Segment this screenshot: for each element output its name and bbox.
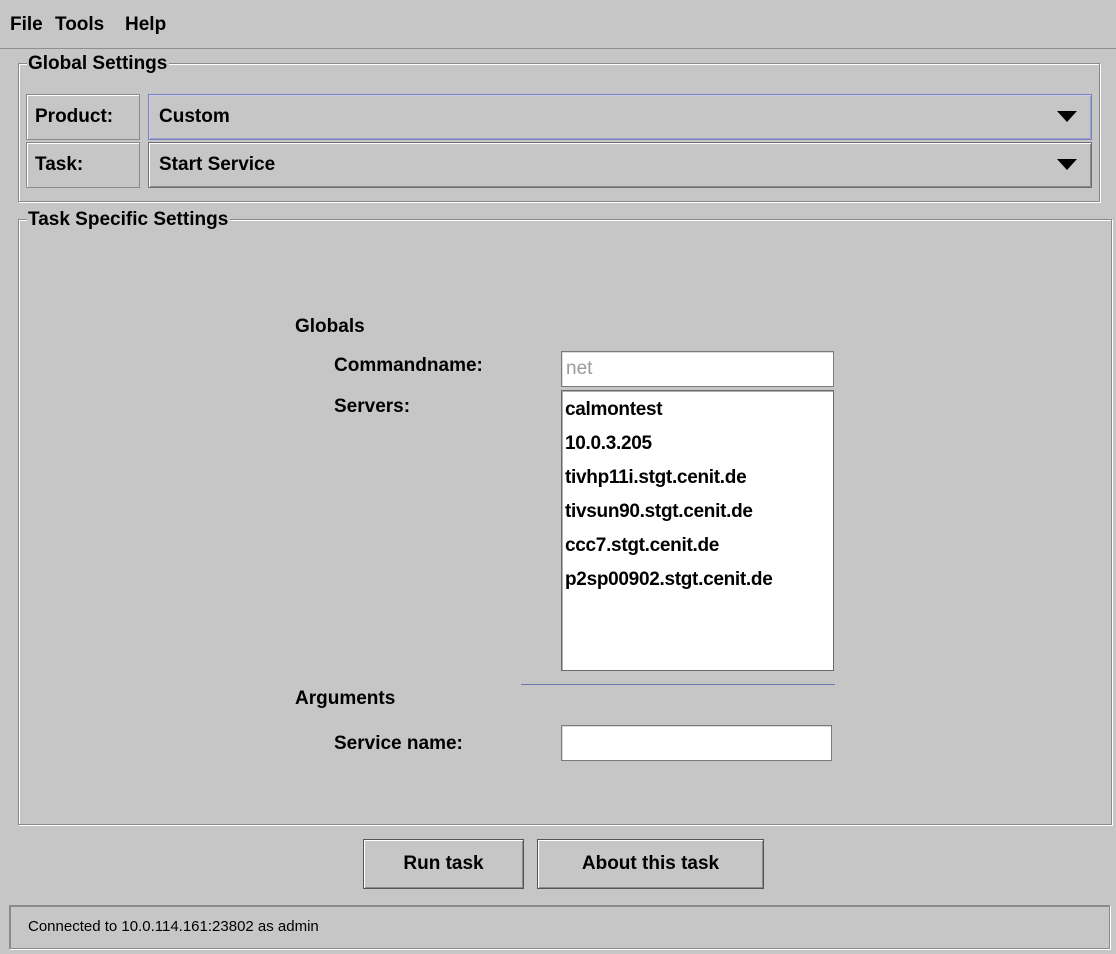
run-task-button[interactable]: Run task [363, 839, 524, 889]
server-list-item[interactable]: p2sp00902.stgt.cenit.de [565, 563, 831, 597]
menu-help[interactable]: Help [125, 14, 166, 36]
servers-list[interactable]: calmontest 10.0.3.205 tivhp11i.stgt.ceni… [561, 390, 834, 671]
task-combo-value: Start Service [159, 154, 276, 175]
product-combo-value: Custom [159, 106, 230, 127]
chevron-down-icon [1057, 111, 1077, 122]
chevron-down-icon [1057, 159, 1077, 170]
servers-label: Servers: [334, 396, 411, 417]
task-label-cell: Task: [26, 142, 140, 188]
about-task-button[interactable]: About this task [537, 839, 764, 889]
server-list-item[interactable]: tivhp11i.stgt.cenit.de [565, 461, 831, 495]
service-name-field[interactable] [561, 725, 832, 761]
server-list-item[interactable]: ccc7.stgt.cenit.de [565, 529, 831, 563]
status-text: Connected to 10.0.114.161:23802 as admin [28, 918, 319, 935]
commandname-label: Commandname: [334, 355, 483, 376]
product-combo[interactable]: Custom [148, 94, 1092, 140]
product-label: Product: [35, 106, 114, 127]
menu-tools[interactable]: Tools [55, 14, 104, 36]
task-combo[interactable]: Start Service [148, 142, 1092, 188]
task-settings-title: Task Specific Settings [27, 209, 231, 231]
globals-heading: Globals [295, 316, 365, 337]
server-list-item[interactable]: calmontest [565, 393, 831, 427]
product-label-cell: Product: [26, 94, 140, 140]
menu-file[interactable]: File [10, 14, 43, 36]
status-bar: Connected to 10.0.114.161:23802 as admin [9, 905, 1110, 949]
commandname-field[interactable] [561, 351, 834, 387]
global-settings-title: Global Settings [27, 53, 170, 75]
menu-bar: File Tools Help [0, 0, 1116, 49]
server-list-item[interactable]: 10.0.3.205 [565, 427, 831, 461]
server-list-item[interactable]: tivsun90.stgt.cenit.de [565, 495, 831, 529]
task-label: Task: [35, 154, 84, 175]
service-name-label: Service name: [334, 733, 463, 754]
arguments-heading: Arguments [295, 688, 396, 709]
separator-line [521, 684, 835, 685]
